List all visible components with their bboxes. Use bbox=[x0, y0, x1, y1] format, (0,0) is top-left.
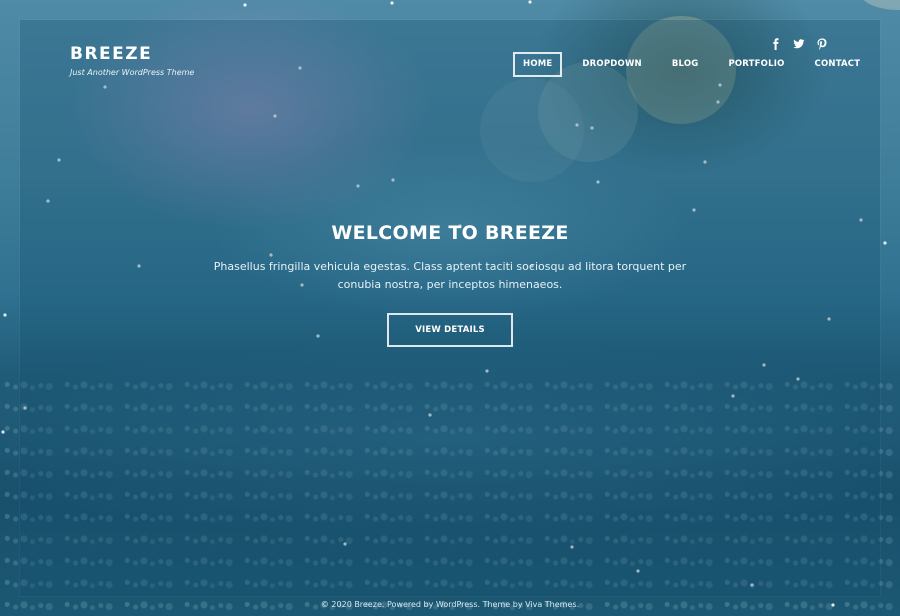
facebook-link[interactable] bbox=[768, 35, 784, 50]
social-links bbox=[768, 35, 837, 50]
twitter-icon bbox=[793, 39, 805, 49]
main-navigation: HOME DROPDOWN BLOG PORTFOLIO CONTACT bbox=[513, 52, 880, 77]
site-footer: © 2020 Breeze. Powered by WordPress. The… bbox=[0, 600, 900, 609]
footer-copyright: © 2020 Breeze. Powered by bbox=[320, 600, 436, 609]
footer-viva-themes-link[interactable]: Viva Themes bbox=[525, 600, 576, 609]
facebook-icon bbox=[773, 38, 779, 50]
footer-wordpress-link[interactable]: WordPress bbox=[436, 600, 478, 609]
page: BREEZE Just Another WordPress Theme HOME… bbox=[0, 0, 900, 616]
pinterest-link[interactable] bbox=[814, 35, 830, 50]
pinterest-icon bbox=[817, 38, 827, 50]
footer-theme-text: . Theme by bbox=[477, 600, 526, 609]
site-tagline: Just Another WordPress Theme bbox=[70, 68, 195, 77]
view-details-button[interactable]: VIEW DETAILS bbox=[387, 313, 513, 347]
nav-item-blog[interactable]: BLOG bbox=[662, 52, 709, 77]
nav-item-contact[interactable]: CONTACT bbox=[805, 52, 871, 77]
nav-item-dropdown[interactable]: DROPDOWN bbox=[572, 52, 651, 77]
site-branding: BREEZE Just Another WordPress Theme bbox=[70, 44, 194, 77]
site-title-link[interactable]: BREEZE bbox=[70, 44, 194, 64]
hero-title: WELCOME TO BREEZE bbox=[331, 222, 569, 244]
content-frame bbox=[20, 20, 880, 596]
footer-end: . bbox=[576, 600, 580, 609]
hero-description: Phasellus fringilla vehicula egestas. Cl… bbox=[213, 260, 687, 291]
nav-item-home[interactable]: HOME bbox=[513, 52, 563, 77]
nav-item-portfolio[interactable]: PORTFOLIO bbox=[718, 52, 794, 77]
twitter-link[interactable] bbox=[791, 35, 807, 49]
